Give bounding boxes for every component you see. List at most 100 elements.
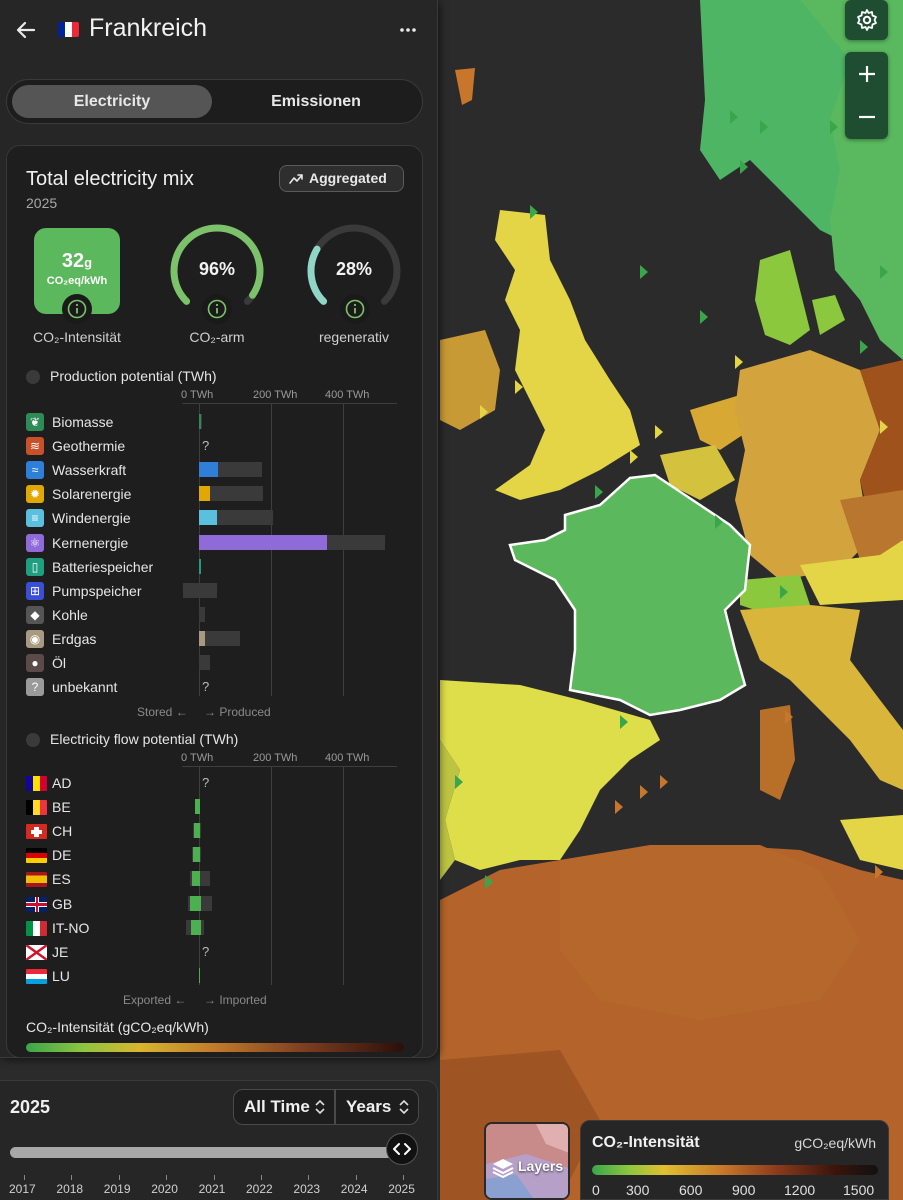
section-dot [26, 733, 40, 747]
production-row-label: Pumpspeicher [52, 582, 142, 599]
time-tick-mark [118, 1175, 120, 1180]
geothermal-icon: ≋ [26, 437, 44, 456]
axis-line [182, 403, 397, 404]
unknown-value-marker: ? [202, 943, 210, 959]
production-row-label: Geothermie [52, 438, 126, 455]
data-type-toggle: Electricity Emissionen [6, 79, 423, 124]
gas-icon: ◉ [26, 629, 44, 648]
time-tick-label: 2024 [340, 1182, 368, 1196]
time-tick-label: 2025 [388, 1182, 415, 1196]
zoom-out-button[interactable] [845, 96, 888, 139]
wind-icon: ≡ [26, 509, 44, 528]
zoom-control [845, 52, 888, 139]
axis-tick-label: 200 TWh [253, 389, 298, 401]
legend-tick: 900 [732, 1182, 756, 1198]
zoom-in-button[interactable] [845, 52, 888, 95]
import-bar [199, 799, 200, 815]
more-options-icon[interactable] [396, 18, 420, 42]
flow-row-label: ES [52, 871, 71, 888]
tab-emissions[interactable]: Emissionen [216, 85, 416, 118]
capacity-bar [199, 606, 206, 622]
legend-tick: 300 [626, 1182, 650, 1198]
chevron-updown-icon [315, 1099, 325, 1115]
axis-line [182, 766, 397, 767]
minus-icon [859, 115, 875, 119]
axis-tick-label: 0 TWh [181, 752, 214, 764]
battery-icon: ▯ [26, 557, 44, 576]
card-title: Total electricity mix [26, 168, 194, 190]
unknown-icon: ? [26, 678, 44, 697]
electricity-mix-card: Total electricity mix 2025 Aggregated 32… [6, 145, 423, 1058]
renewable-value: 28% [335, 259, 373, 279]
time-tick-mark [24, 1175, 25, 1180]
time-tick-label: 2019 [103, 1182, 131, 1196]
flow-title: Electricity flow potential (TWh) [50, 731, 239, 747]
import-bar [199, 823, 201, 839]
unknown-value-marker: ? [202, 438, 210, 454]
unknown-value-marker: ? [202, 679, 210, 695]
code-arrows-icon [393, 1143, 411, 1155]
low-carbon-value: 96% [198, 259, 236, 279]
selected-year: 2025 [10, 1097, 51, 1117]
layers-icon [492, 1159, 514, 1179]
time-range-label: All Time [244, 1097, 310, 1116]
flow-row-label: IT-NO [52, 919, 90, 936]
production-bar [199, 510, 217, 526]
flow-row: CH [26, 821, 416, 841]
export-bar [191, 919, 199, 935]
legend-unit: gCO₂eq/kWh [794, 1135, 876, 1151]
production-row-unknown: ? unbekannt? [26, 677, 416, 697]
info-icon[interactable] [340, 294, 370, 324]
back-arrow-icon[interactable] [14, 18, 38, 42]
resolution-select[interactable]: Years [335, 1089, 419, 1125]
production-row-hydro: ≈ Wasserkraft [26, 460, 416, 480]
aggregated-button[interactable]: Aggregated [279, 165, 404, 192]
production-row-pumped: ⊞ Pumpspeicher [26, 581, 416, 601]
layers-label: Layers [518, 1158, 564, 1174]
switzerland-flag [26, 824, 47, 840]
legend-title: CO₂-Intensität [592, 1134, 700, 1151]
production-row-oil: ● Öl [26, 653, 416, 673]
ci-scale-title: CO₂-Intensität (gCO₂eq/kWh) [26, 1019, 209, 1035]
production-row-nuclear: ⚛ Kernenergie [26, 533, 416, 553]
belgium-flag [26, 800, 47, 816]
time-range-select[interactable]: All Time [233, 1089, 335, 1125]
axis-tick-label: 0 TWh [181, 389, 214, 401]
stored-label: Stored ← [137, 705, 188, 719]
info-icon[interactable] [62, 294, 92, 324]
andorra-flag [26, 776, 47, 791]
production-row-solar: ✹ Solarenergie [26, 484, 416, 504]
solar-icon: ✹ [26, 485, 44, 504]
production-row-gas: ◉ Erdgas [26, 629, 416, 649]
production-row-geothermal: ≋ Geothermie? [26, 436, 416, 456]
resolution-label: Years [346, 1097, 392, 1116]
coal-icon: ◆ [26, 605, 44, 624]
production-row-label: Öl [52, 655, 66, 671]
info-icon[interactable] [202, 294, 232, 324]
carbon-intensity-unit: CO₂eq/kWh [46, 275, 108, 287]
chevron-updown-icon [399, 1099, 409, 1115]
legend-gradient-bar [592, 1165, 878, 1175]
time-tick-mark [355, 1175, 357, 1180]
time-slider-thumb[interactable] [386, 1133, 418, 1165]
jersey-flag [26, 944, 47, 960]
settings-button[interactable] [845, 0, 888, 40]
layers-button[interactable]: Layers [484, 1122, 570, 1200]
legend-tick: 1500 [843, 1182, 875, 1198]
production-row-label: Erdgas [52, 630, 97, 647]
time-tick-label: 2021 [198, 1182, 226, 1196]
aggregated-label: Aggregated [309, 170, 387, 186]
import-bar [199, 871, 201, 887]
time-slider-track[interactable] [10, 1147, 402, 1158]
flow-row: JE? [26, 942, 416, 962]
tab-electricity[interactable]: Electricity [12, 85, 212, 118]
carbon-intensity-suffix: g [84, 255, 93, 270]
flow-row-label: LU [52, 967, 70, 984]
produced-label: → Produced [204, 705, 271, 719]
time-tick-label: 2017 [9, 1182, 36, 1196]
flow-row-label: AD [52, 775, 72, 791]
time-tick-label: 2020 [151, 1182, 178, 1196]
legend-tick: 600 [679, 1182, 703, 1198]
biomass-icon: ❦ [26, 413, 44, 431]
trend-icon [289, 174, 303, 184]
